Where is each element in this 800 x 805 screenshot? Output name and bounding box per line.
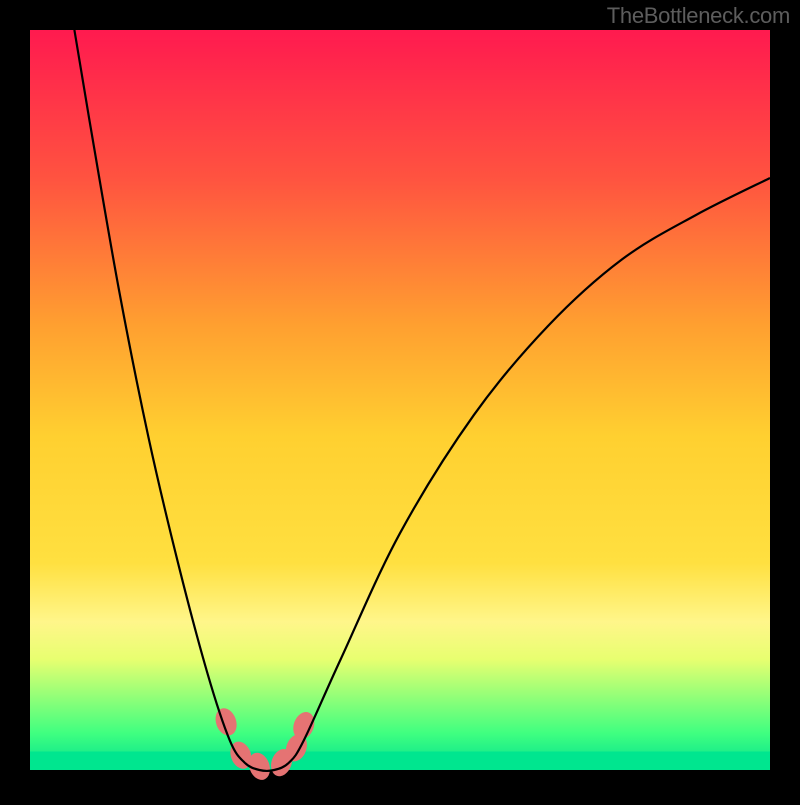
attribution-label: TheBottleneck.com: [607, 3, 790, 29]
green-band: [30, 752, 770, 771]
bottleneck-chart: TheBottleneck.com: [0, 0, 800, 800]
chart-svg: [0, 0, 800, 800]
